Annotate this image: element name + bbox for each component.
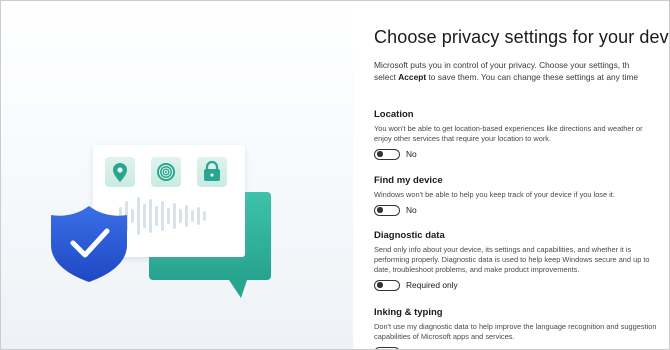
accept-keyword: Accept bbox=[398, 72, 427, 82]
illustration-panel bbox=[1, 1, 353, 349]
intro-line-2: select Accept to save them. You can chan… bbox=[374, 71, 669, 83]
toggle-state-label: No bbox=[406, 205, 417, 215]
setting-description: Send only info about your device, its se… bbox=[374, 245, 650, 274]
lock-icon bbox=[197, 157, 227, 187]
location-toggle[interactable] bbox=[374, 148, 400, 160]
setting-find-my-device: Find my device Windows won't be able to … bbox=[374, 175, 664, 217]
setting-title: Inking & typing bbox=[374, 307, 443, 318]
oobe-window: Choose privacy settings for your device … bbox=[0, 0, 670, 350]
toggle-knob bbox=[377, 207, 383, 213]
toggle-row: No bbox=[374, 147, 664, 161]
intro-line-2-suffix: to save them. You can change these setti… bbox=[426, 72, 638, 82]
intro-line-2-prefix: select bbox=[374, 72, 399, 82]
setting-title: Find my device bbox=[374, 175, 443, 186]
setting-description: Windows won't be able to help you keep t… bbox=[374, 190, 615, 199]
find-my-device-toggle[interactable] bbox=[374, 204, 400, 216]
privacy-illustration bbox=[51, 145, 271, 298]
intro-text: Microsoft puts you in control of your pr… bbox=[374, 59, 669, 83]
toggle-knob bbox=[377, 282, 383, 288]
setting-location: Location You won't be able to get locati… bbox=[374, 109, 664, 161]
setting-title: Location bbox=[374, 109, 414, 120]
setting-diagnostic-data: Diagnostic data Send only info about you… bbox=[374, 230, 664, 292]
toggle-knob bbox=[377, 151, 383, 157]
setting-description: Don't use my diagnostic data to help imp… bbox=[374, 322, 657, 341]
privacy-settings-panel: Choose privacy settings for your device … bbox=[353, 1, 669, 349]
setting-title: Diagnostic data bbox=[374, 230, 445, 241]
diagnostic-data-toggle[interactable] bbox=[374, 279, 400, 291]
setting-description: You won't be able to get location-based … bbox=[374, 124, 643, 143]
fingerprint-icon bbox=[151, 157, 181, 187]
toggle-state-label: No bbox=[406, 149, 417, 159]
toggle-row bbox=[374, 345, 664, 349]
shield-check-icon bbox=[51, 206, 127, 282]
setting-inking-typing: Inking & typing Don't use my diagnostic … bbox=[374, 307, 664, 349]
inking-typing-toggle[interactable] bbox=[374, 346, 400, 349]
page-title: Choose privacy settings for your device bbox=[374, 27, 669, 47]
toggle-state-label: Required only bbox=[406, 280, 458, 290]
location-pin-icon bbox=[105, 157, 135, 187]
intro-line-1: Microsoft puts you in control of your pr… bbox=[374, 60, 630, 70]
toggle-row: Required only bbox=[374, 278, 664, 292]
toggle-row: No bbox=[374, 203, 664, 217]
